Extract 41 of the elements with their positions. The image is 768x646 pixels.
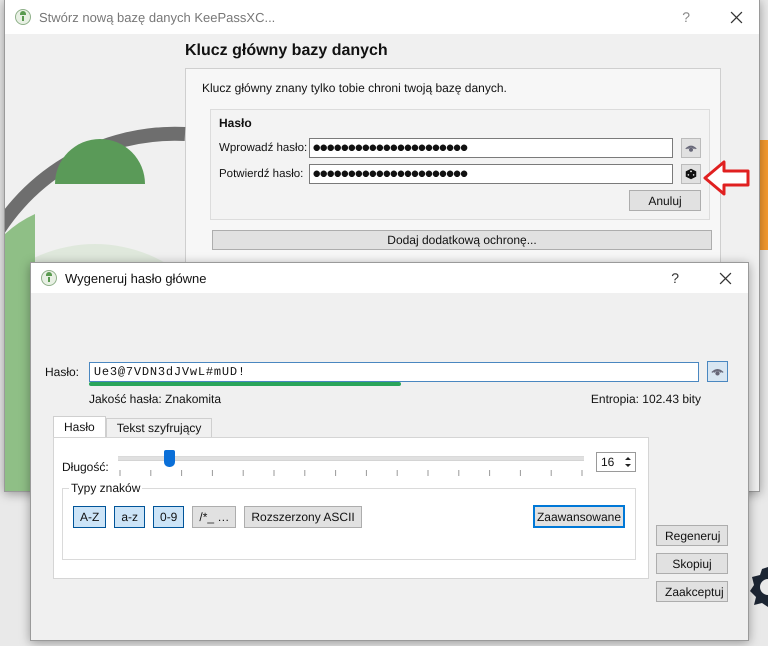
password-field[interactable]: Ue3@7VDN3dJVwL#mUD! bbox=[88, 362, 700, 382]
add-protection-button[interactable]: Dodaj dodatkową ochronę... bbox=[212, 230, 712, 250]
char-type-toggle[interactable]: A-Z bbox=[73, 506, 106, 528]
group-title: Typy znaków bbox=[69, 481, 142, 495]
description-text: Klucz główny znany tylko tobie chroni twoją bazę danych. bbox=[202, 81, 508, 95]
length-label: Długość: bbox=[62, 460, 110, 474]
char-type-toggle[interactable]: Rozszerzony ASCII bbox=[244, 506, 362, 528]
char-type-toggle[interactable]: /*_ … bbox=[192, 506, 236, 528]
dialog-title: Wygeneruj hasło główne bbox=[65, 270, 208, 286]
entropy-text: Entropia: 102.43 bity bbox=[590, 392, 701, 406]
gear-icon bbox=[748, 565, 768, 609]
show-password-button[interactable] bbox=[707, 361, 728, 382]
slider-thumb[interactable] bbox=[164, 450, 176, 467]
field-label: Potwierdź hasło: bbox=[219, 168, 304, 180]
dice-icon bbox=[684, 167, 698, 181]
show-password-button[interactable] bbox=[681, 138, 701, 158]
page-heading: Klucz główny bazy danych bbox=[185, 42, 389, 60]
window-title: Stwórz nową bazę danych KeePassXC... bbox=[39, 10, 276, 24]
app-logo-icon bbox=[15, 9, 31, 25]
cancel-button[interactable]: Anuluj bbox=[629, 190, 701, 211]
password-field[interactable]: ●●●●●●●●●●●●●●●●●●●●●● bbox=[309, 138, 673, 158]
password-label: Hasło: bbox=[45, 364, 80, 378]
action-button[interactable]: Regeneruj bbox=[656, 525, 728, 546]
tab[interactable]: Tekst szyfrujący bbox=[106, 418, 212, 437]
app-logo-icon bbox=[41, 270, 57, 286]
help-button[interactable]: ? bbox=[682, 9, 690, 25]
action-button[interactable]: Skopiuj bbox=[656, 553, 728, 574]
tab[interactable]: Hasło bbox=[53, 416, 106, 437]
advanced-button[interactable]: Zaawansowane bbox=[532, 505, 625, 528]
group-title: Hasło bbox=[219, 116, 253, 130]
action-button[interactable]: Zaakceptuj bbox=[656, 581, 728, 602]
help-button[interactable]: ? bbox=[671, 270, 679, 286]
dice-button[interactable] bbox=[681, 164, 701, 184]
length-spinbox[interactable]: 16 bbox=[596, 452, 636, 472]
field-label: Wprowadź hasło: bbox=[219, 142, 308, 154]
close-icon[interactable] bbox=[730, 10, 743, 24]
close-icon[interactable] bbox=[719, 272, 732, 284]
quality-text: Jakość hasła: Znakomita bbox=[89, 392, 222, 406]
password-field[interactable]: ●●●●●●●●●●●●●●●●●●●●●● bbox=[309, 164, 673, 184]
char-type-toggle[interactable]: a-z bbox=[114, 506, 146, 528]
char-type-toggle[interactable]: 0-9 bbox=[153, 506, 184, 528]
